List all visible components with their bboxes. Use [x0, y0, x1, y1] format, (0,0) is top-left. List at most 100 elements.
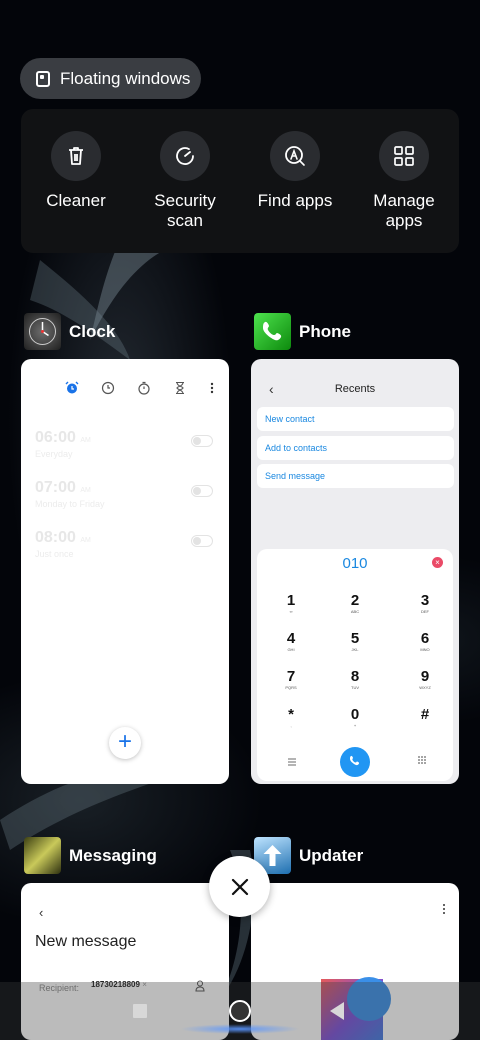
key-digit: 0 [350, 706, 360, 723]
recents-title: Recents [334, 383, 376, 395]
key-digit: 5 [350, 630, 360, 647]
key-letters: PQRS [285, 685, 297, 690]
floating-window-icon [36, 70, 50, 87]
clock-app-icon [24, 313, 61, 350]
timer-tab-icon[interactable] [173, 381, 187, 395]
key-letters: DEF [421, 609, 429, 614]
stopwatch-tab-icon[interactable] [137, 381, 151, 395]
clock-app-header[interactable]: Clock [24, 313, 115, 350]
dial-key[interactable]: 8 TUV [335, 668, 375, 691]
key-letters: MNO [420, 647, 430, 652]
find-apps-label: Find apps [257, 191, 333, 210]
back-arrow-icon[interactable]: ‹ [39, 905, 43, 920]
shield-scan-icon [160, 131, 210, 181]
clock-tab-icon[interactable] [101, 381, 115, 395]
dialed-number: 010 [342, 555, 368, 572]
key-digit: 7 [286, 668, 296, 685]
updater-app-header[interactable]: Updater [254, 837, 363, 874]
dial-key[interactable]: *, [271, 707, 311, 729]
clock-card[interactable]: 06:00 AM Everyday 07:00 AM Monday to Fri… [21, 359, 229, 784]
alarm-toggle[interactable] [191, 485, 213, 497]
alarm-time: 08:00 [35, 529, 76, 546]
alarm-repeat: Just once [35, 549, 74, 559]
trash-icon [51, 131, 101, 181]
recents-nav-button[interactable] [133, 1004, 147, 1018]
key-digit: 6 [420, 630, 430, 647]
send-message-option[interactable]: Send message [257, 464, 454, 488]
key-digit: 8 [350, 668, 360, 685]
find-apps-icon [270, 131, 320, 181]
messaging-app-icon [24, 837, 61, 874]
dial-key[interactable]: 0 + [335, 706, 375, 729]
floating-windows-button[interactable]: Floating windows [20, 58, 201, 99]
find-apps-button[interactable]: Find apps [240, 131, 350, 211]
home-nav-button[interactable] [229, 1000, 251, 1022]
call-button[interactable] [340, 747, 370, 777]
navigation-bar [0, 982, 480, 1040]
delete-icon[interactable]: × [432, 557, 443, 568]
dial-key[interactable]: 9 WXYZ [405, 668, 445, 691]
dialpad: 010 × 1 ∞ 2 ABC 3 DEF 4 GHI 5 JKL 6 MNO 7 PQRS … [257, 549, 453, 781]
manage-apps-button[interactable]: Manage apps [349, 131, 459, 231]
alarm-time: 07:00 [35, 479, 76, 496]
key-digit: 2 [350, 592, 360, 609]
key-letters: GHI [287, 647, 295, 652]
alarm-ampm: AM [80, 437, 91, 444]
alarm-time: 06:00 [35, 429, 76, 446]
security-scan-label: Security scan [154, 191, 216, 230]
key-letters: , [290, 723, 292, 728]
clear-all-button[interactable] [209, 856, 270, 917]
add-alarm-button[interactable]: + [109, 727, 141, 759]
alarm-tab-icon[interactable] [65, 381, 79, 395]
alarm-row[interactable]: 06:00 AM Everyday [35, 429, 213, 469]
dial-key[interactable]: 4 GHI [271, 631, 311, 653]
dial-key[interactable]: 5 JKL [335, 630, 375, 653]
alarm-row[interactable]: 07:00 AM Monday to Friday [35, 479, 213, 519]
clock-tabs [65, 381, 215, 395]
alarm-toggle[interactable] [191, 535, 213, 547]
key-digit: # [420, 706, 430, 723]
clock-app-name: Clock [69, 321, 116, 341]
key-digit: 1 [286, 592, 296, 609]
dial-key[interactable]: 6 MNO [405, 630, 445, 653]
security-scan-button[interactable]: Security scan [130, 131, 240, 231]
quick-tools-panel: Cleaner Security scan Find apps Manage a… [21, 109, 459, 253]
dial-key[interactable]: 2 ABC [335, 592, 375, 615]
alarm-row[interactable]: 08:00 AM Just once [35, 529, 213, 569]
alarm-repeat: Everyday [35, 449, 73, 459]
menu-icon[interactable] [287, 757, 297, 767]
key-letters: + [353, 723, 357, 728]
key-letters: WXYZ [419, 685, 431, 690]
alarm-repeat: Monday to Friday [35, 499, 105, 509]
more-vert-icon[interactable] [209, 381, 215, 395]
dial-key[interactable]: 3 DEF [405, 592, 445, 615]
manage-apps-label: Manage apps [373, 191, 435, 230]
phone-card[interactable]: ‹ Recents New contact Add to contacts Se… [251, 359, 459, 784]
key-digit: 9 [420, 668, 430, 685]
cleaner-label: Cleaner [46, 191, 106, 210]
key-letters: ABC [350, 609, 360, 614]
cleaner-button[interactable]: Cleaner [21, 131, 131, 211]
call-icon [350, 755, 360, 766]
messaging-app-name: Messaging [69, 845, 157, 865]
dial-key[interactable]: # [405, 707, 445, 723]
dialpad-toggle-icon[interactable] [417, 755, 427, 767]
alarm-ampm: AM [80, 537, 91, 544]
phone-app-icon [254, 313, 291, 350]
add-to-contacts-option[interactable]: Add to contacts [257, 436, 454, 460]
key-letters: ∞ [289, 609, 293, 614]
back-nav-button[interactable] [330, 1002, 344, 1020]
dial-key[interactable]: 7 PQRS [271, 668, 311, 691]
dial-key[interactable]: 1 ∞ [271, 592, 311, 615]
key-letters: JKL [351, 647, 359, 652]
more-vert-icon[interactable] [441, 903, 447, 915]
phone-app-header[interactable]: Phone [254, 313, 351, 350]
key-letters: TUV [351, 685, 359, 690]
phone-app-name: Phone [299, 321, 351, 341]
new-contact-option[interactable]: New contact [257, 407, 454, 431]
key-digit: 3 [420, 592, 430, 609]
alarm-toggle[interactable] [191, 435, 213, 447]
floating-windows-label: Floating windows [60, 68, 191, 88]
home-glow [180, 1024, 300, 1034]
messaging-app-header[interactable]: Messaging [24, 837, 157, 874]
